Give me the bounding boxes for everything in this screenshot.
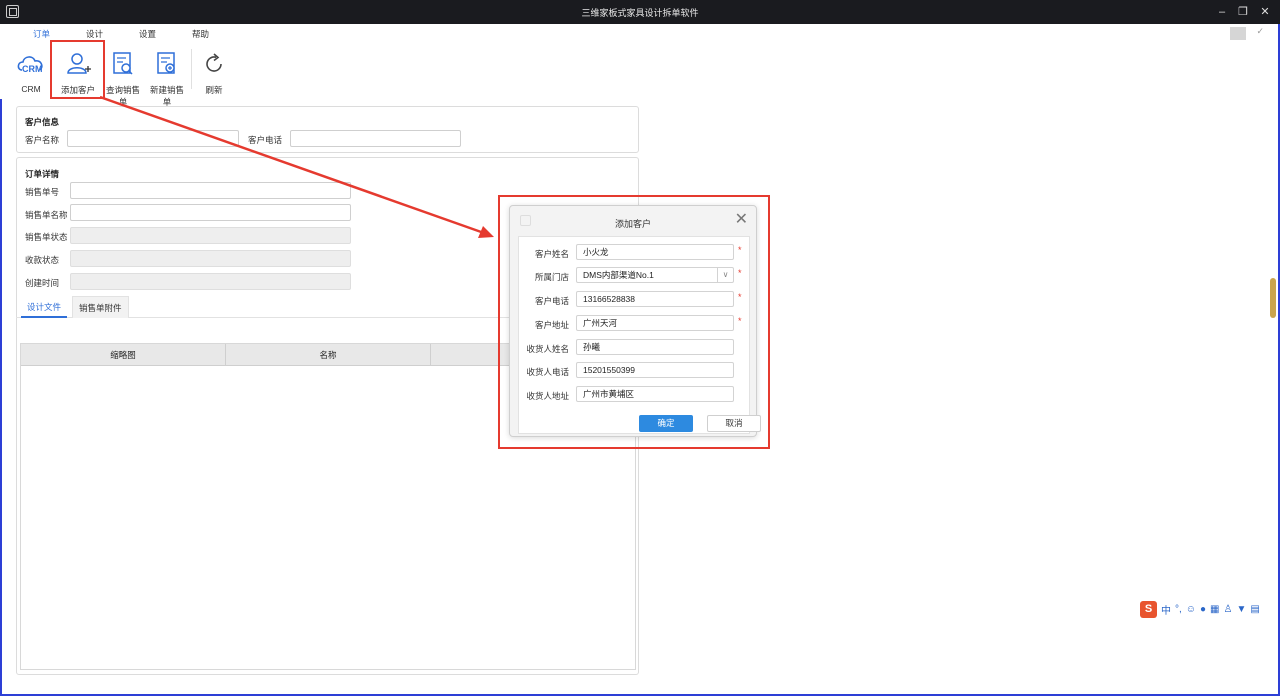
customer-address-field[interactable]: 广州天河 — [576, 315, 734, 331]
customer-name-field[interactable]: 小火龙 — [576, 244, 734, 260]
user-icon[interactable]: ♙ — [1224, 604, 1233, 615]
keyboard-icon[interactable]: ▦ — [1210, 604, 1219, 615]
ime-toolbar: S 中 °, ☺ ● ▦ ♙ ▼ ▤ — [1140, 600, 1260, 618]
confirm-button[interactable]: 确定 — [639, 415, 693, 432]
receiver-phone-label: 收货人电话 — [526, 367, 569, 377]
receiver-address-label: 收货人地址 — [526, 391, 569, 401]
receiver-name-label: 收货人姓名 — [526, 344, 569, 354]
skin-icon[interactable]: ▼ — [1236, 604, 1246, 615]
store-label: 所属门店 — [534, 272, 569, 282]
menu-grid-icon[interactable]: ▤ — [1250, 604, 1259, 615]
customer-phone-field[interactable]: 13166528838 — [576, 291, 734, 307]
chevron-down-icon[interactable]: ∨ — [717, 268, 733, 282]
side-scroll-handle[interactable] — [1270, 278, 1276, 318]
cancel-button[interactable]: 取消 — [707, 415, 761, 432]
customer-phone-label: 客户电话 — [534, 296, 569, 306]
required-mark: * — [738, 316, 742, 326]
emoji-icon[interactable]: ☺ — [1186, 604, 1196, 615]
required-mark: * — [738, 268, 742, 278]
customer-name-label: 客户姓名 — [534, 249, 569, 259]
receiver-phone-field[interactable]: 15201550399 — [576, 362, 734, 378]
ime-mode[interactable]: 中 — [1161, 602, 1171, 617]
microphone-icon[interactable]: ● — [1200, 604, 1206, 615]
required-mark: * — [738, 245, 742, 255]
add-customer-dialog: 添加客户 ✕ 客户姓名 小火龙 * 所属门店 DMS内部渠道No.1 ∨ * 客… — [509, 205, 761, 437]
ime-logo-icon[interactable]: S — [1140, 600, 1157, 618]
store-select[interactable]: DMS内部渠道No.1 ∨ — [576, 267, 734, 283]
dialog-form: 客户姓名 小火龙 * 所属门店 DMS内部渠道No.1 ∨ * 客户电话 131… — [518, 236, 761, 434]
close-icon[interactable]: ✕ — [735, 212, 748, 228]
receiver-address-field[interactable]: 广州市黄埔区 — [576, 386, 734, 402]
store-value: DMS内部渠道No.1 — [583, 270, 654, 280]
dialog-title: 添加客户 — [614, 219, 651, 229]
customer-address-label: 客户地址 — [534, 320, 569, 330]
required-mark: * — [738, 292, 742, 302]
receiver-name-field[interactable]: 孙曦 — [576, 339, 734, 355]
punctuation-icon[interactable]: °, — [1175, 604, 1182, 615]
